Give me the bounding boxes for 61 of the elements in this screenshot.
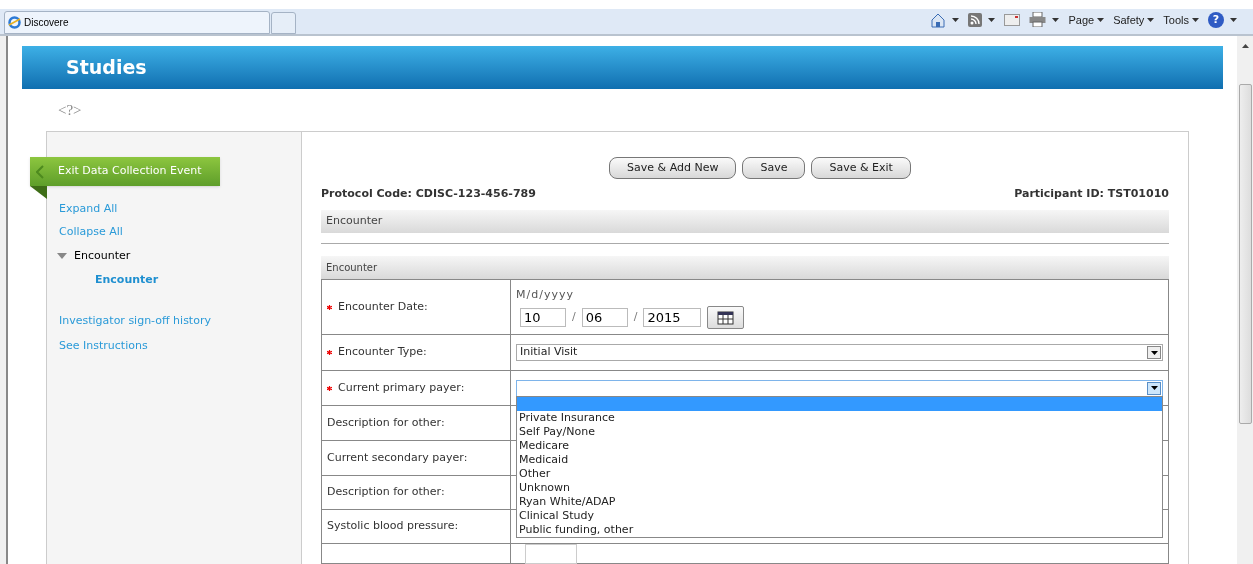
dropdown-option[interactable]: Ryan White/ADAP (517, 495, 1162, 509)
caret-icon (988, 17, 996, 22)
scrollbar-thumb[interactable] (1238, 84, 1252, 424)
feed-icon[interactable] (968, 12, 983, 27)
scroll-up-arrow-icon[interactable] (1241, 44, 1249, 48)
dropdown-option[interactable]: Self Pay/None (517, 425, 1162, 439)
field-label: Description for other: (327, 414, 445, 431)
caret-down-icon[interactable] (57, 253, 67, 260)
field-label: Systolic blood pressure: (327, 518, 459, 535)
chevron-left-icon (36, 164, 44, 179)
printer-icon[interactable] (1029, 12, 1047, 28)
help-link[interactable]: <?> (58, 98, 82, 122)
dropdown-option[interactable]: Medicaid (517, 453, 1162, 467)
toolbar-menu[interactable]: Safety (1113, 11, 1155, 28)
dropdown-option[interactable]: Public funding, other (517, 523, 1162, 537)
month-field[interactable]: 10 (520, 307, 566, 327)
mail-icon[interactable] (1004, 13, 1021, 26)
field-label: Encounter Date: (338, 298, 428, 315)
caret-icon (1052, 17, 1060, 22)
toolbar-menu[interactable]: Tools (1163, 11, 1199, 28)
text-field[interactable] (525, 543, 577, 564)
caret-icon (1192, 17, 1199, 22)
dropdown-option[interactable]: Medicare (517, 439, 1162, 453)
protocol-code: Protocol Code: CDISC-123-456-789 (321, 185, 536, 202)
section-header: Encounter (321, 210, 1169, 233)
caret-icon (1147, 17, 1155, 22)
calendar-button[interactable] (707, 305, 745, 329)
caret-icon (1230, 17, 1237, 22)
scrollbar[interactable] (1237, 36, 1253, 564)
field-label: Current secondary payer: (327, 449, 468, 466)
day-field[interactable]: 06 (581, 307, 628, 327)
field-label: Description for other: (327, 484, 445, 501)
date-format-hint: M/d/yyyy (516, 287, 575, 303)
select-field[interactable]: Initial Visit (516, 344, 1163, 361)
caret-icon (952, 17, 960, 22)
caret-icon (1097, 17, 1105, 22)
browser-logo-icon (8, 16, 21, 29)
action-button[interactable]: Save (742, 157, 806, 179)
field-label: Encounter Type: (338, 344, 427, 361)
dropdown-option[interactable]: Private Insurance (517, 411, 1162, 425)
calendar-icon (717, 309, 735, 325)
date-separator: / (572, 308, 576, 325)
header-title: Studies (66, 55, 147, 81)
home-icon[interactable] (930, 11, 947, 28)
form-header: Encounter (321, 256, 1169, 279)
year-field[interactable]: 2015 (643, 307, 702, 327)
select-value: Initial Visit (520, 344, 578, 361)
action-button[interactable]: Save & Add New (609, 157, 737, 179)
dropdown-option[interactable]: Unknown (517, 481, 1162, 495)
date-separator: / (633, 308, 638, 325)
toolbar-menu[interactable]: Page (1068, 11, 1105, 28)
dropdown-option[interactable]: Clinical Study (517, 509, 1162, 523)
dropdown-option[interactable]: Other (517, 467, 1162, 481)
browser-tab[interactable]: Discovere (4, 11, 270, 34)
field-label: Current primary payer: (338, 379, 465, 396)
tree-item[interactable]: Encounter (74, 248, 131, 265)
action-button[interactable]: Save & Exit (811, 157, 911, 179)
ribbon-fold-icon (30, 186, 47, 199)
tab-title: Discovere (24, 16, 69, 30)
help-icon[interactable]: ? (1208, 11, 1224, 28)
participant-id: Participant ID: TST01010 (1014, 185, 1169, 202)
